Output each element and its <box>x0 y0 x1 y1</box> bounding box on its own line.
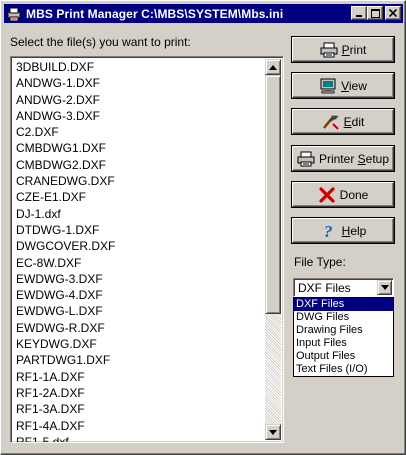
file-list-item[interactable]: CMBDWG2.DXF <box>14 157 264 173</box>
file-type-selected-value: DXF Files <box>298 281 351 295</box>
minimize-button[interactable] <box>351 6 367 20</box>
print-manager-window: MBS Print Manager C:\MBS\SYSTEM\Mbs.ini … <box>0 0 406 455</box>
help-button[interactable]: ? Help <box>292 218 394 243</box>
file-type-option[interactable]: DXF Files <box>294 298 393 311</box>
file-list-scrollbar[interactable] <box>265 59 281 440</box>
file-list-item[interactable]: EWDWG-4.DXF <box>14 287 264 303</box>
file-list-item[interactable]: CZE-E1.DXF <box>14 189 264 205</box>
arrow-up-icon <box>269 64 277 70</box>
view-button[interactable]: View <box>292 73 394 98</box>
edit-button[interactable]: Edit <box>292 109 394 134</box>
scroll-thumb[interactable] <box>265 75 281 314</box>
file-type-option[interactable]: Text Files (I/O) <box>294 363 393 376</box>
file-type-label: File Type: <box>294 255 346 269</box>
file-list-item[interactable]: EWDWG-3.DXF <box>14 271 264 287</box>
arrow-down-icon <box>269 429 277 435</box>
edit-button-label: Edit <box>343 114 365 129</box>
maximize-button[interactable] <box>367 6 383 20</box>
close-icon <box>389 9 397 17</box>
file-list-item[interactable]: ANDWG-2.DXF <box>14 92 264 108</box>
file-list-item[interactable]: RF1-3A.DXF <box>14 401 264 417</box>
file-list-item[interactable]: KEYDWG.DXF <box>14 336 264 352</box>
printer-setup-button[interactable]: Printer Setup <box>292 146 394 171</box>
file-list-item[interactable]: 3DBUILD.DXF <box>14 59 264 75</box>
file-list-item[interactable]: DJ-1.dxf <box>14 206 264 222</box>
file-list-item[interactable]: EWDWG-L.DXF <box>14 303 264 319</box>
printer-icon <box>320 42 338 58</box>
file-type-dropdown-button[interactable] <box>377 280 392 295</box>
file-list: 3DBUILD.DXF ANDWG-1.DXF ANDWG-2.DXF ANDWG-3… <box>14 59 264 442</box>
file-type-option[interactable]: Input Files <box>294 337 393 350</box>
file-type-options-list[interactable]: DXF Files DWG Files Drawing Files Input Fil… <box>293 297 394 377</box>
file-list-item[interactable]: EWDWG-R.DXF <box>14 320 264 336</box>
scroll-up-button[interactable] <box>265 59 281 75</box>
view-button-label: View <box>341 78 367 93</box>
edit-tools-icon <box>322 114 340 130</box>
file-list-item[interactable]: CMBDWG1.DXF <box>14 140 264 156</box>
file-listbox[interactable]: 3DBUILD.DXF ANDWG-1.DXF ANDWG-2.DXF ANDWG-3… <box>10 56 284 443</box>
question-mark-icon: ? <box>320 223 338 239</box>
file-select-prompt: Select the file(s) you want to print: <box>10 35 191 49</box>
file-list-item[interactable]: DTDWG-1.DXF <box>14 222 264 238</box>
file-list-item[interactable]: RF1-4A.DXF <box>14 418 264 434</box>
done-button-label: Done <box>339 187 369 202</box>
title-bar[interactable]: MBS Print Manager C:\MBS\SYSTEM\Mbs.ini <box>4 4 403 23</box>
file-list-item[interactable]: C2.DXF <box>14 124 264 140</box>
printer-setup-button-label: Printer Setup <box>318 151 390 166</box>
title-bar-buttons <box>351 6 401 20</box>
printer-setup-icon <box>297 151 315 167</box>
print-button[interactable]: Print <box>292 37 394 62</box>
file-type-combobox[interactable]: DXF Files <box>293 278 394 297</box>
maximize-icon <box>370 8 380 18</box>
scroll-down-button[interactable] <box>265 424 281 440</box>
file-list-item[interactable]: EC-8W.DXF <box>14 255 264 271</box>
file-list-item[interactable]: RF1-2A.DXF <box>14 385 264 401</box>
file-type-option[interactable]: DWG Files <box>294 311 393 324</box>
file-list-item[interactable]: ANDWG-3.DXF <box>14 108 264 124</box>
file-list-item[interactable]: ANDWG-1.DXF <box>14 75 264 91</box>
file-type-option[interactable]: Drawing Files <box>294 324 393 337</box>
close-button[interactable] <box>385 6 401 20</box>
minimize-icon <box>356 15 362 17</box>
file-type-option[interactable]: Output Files <box>294 350 393 363</box>
window-title: MBS Print Manager C:\MBS\SYSTEM\Mbs.ini <box>26 6 284 21</box>
done-button[interactable]: Done <box>292 182 394 207</box>
monitor-icon <box>319 78 337 94</box>
help-button-label: Help <box>341 223 367 238</box>
app-icon <box>6 6 22 22</box>
file-list-item[interactable]: PARTDWG1.DXF <box>14 352 264 368</box>
file-list-item[interactable]: RF1-5.dxf <box>14 434 264 442</box>
print-button-label: Print <box>341 42 367 57</box>
red-x-icon <box>318 186 336 203</box>
svg-text:?: ? <box>324 223 333 239</box>
chevron-down-icon <box>380 285 389 290</box>
file-list-item[interactable]: CRANEDWG.DXF <box>14 173 264 189</box>
file-list-item[interactable]: RF1-1A.DXF <box>14 369 264 385</box>
file-list-item[interactable]: DWGCOVER.DXF <box>14 238 264 254</box>
